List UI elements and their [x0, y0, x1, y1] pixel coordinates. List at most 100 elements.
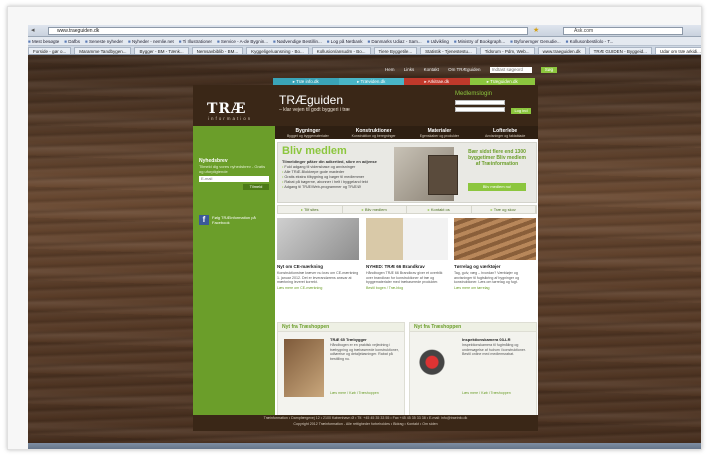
- menu-item-materialer[interactable]: Materialer Egenskaber og produkter: [407, 126, 473, 139]
- top-nav-link[interactable]: Hem: [385, 67, 395, 72]
- news-box: Nyt fra Træshoppen TRÆ 65 Træbygger Hånd…: [277, 322, 405, 416]
- menu-item-bygninger[interactable]: Bygninger Bygget og byggematerialer: [275, 126, 341, 139]
- news-title[interactable]: TRÆ 65 Træbygger: [330, 337, 402, 342]
- card-link[interactable]: Læs mere om tørrelag: [454, 286, 536, 290]
- facebook-link[interactable]: Følg TRÆinformation på Facebook: [212, 215, 270, 225]
- bookmark-item[interactable]: Ministry of Bookgraph...: [454, 39, 505, 44]
- main-content: Bliv medlem Tilmeldinger påker din adker…: [275, 139, 538, 430]
- browser-tab[interactable]: www.traeguiden.dk: [537, 47, 586, 54]
- news-link[interactable]: Læs mere / Køb i Træshoppen: [462, 391, 534, 395]
- site-search-button[interactable]: Søg: [541, 67, 558, 73]
- username-field[interactable]: [455, 100, 505, 105]
- content-card[interactable]: NYHED: TRÆ 66 Brandkrav Håndbogen TRÆ 66…: [366, 218, 448, 290]
- sidebar: Nyhedsbrev Tilmeld dig vores nyhedsbrev …: [193, 139, 275, 430]
- action-trae-og-skov[interactable]: Træ og skov: [472, 206, 536, 213]
- facebook-icon[interactable]: f: [199, 215, 209, 225]
- bookmark-item[interactable]: Byfonernger Genudie...: [510, 39, 561, 44]
- content-card[interactable]: Tørrelag og værktøjer Tag, gulv, væg – h…: [454, 218, 536, 290]
- card-title: Tørrelag og værktøjer: [454, 264, 501, 269]
- news-text: Håndbogen er en praktisk vejledning i tr…: [330, 343, 399, 361]
- browser-tab[interactable]: Maramme Tandbygen...: [74, 47, 132, 54]
- news-heading: Nyt fra Træshoppen: [410, 323, 536, 332]
- password-field[interactable]: [455, 107, 505, 112]
- content-card[interactable]: Nyt om CE-mærkning Konstruktionstræ kræv…: [277, 218, 359, 290]
- banner-book-image: [428, 155, 458, 195]
- browser-tab[interactable]: Statistik - Tjenestestu...: [420, 47, 477, 54]
- card-link[interactable]: Læs mere om CE-mærkning: [277, 286, 359, 290]
- news-box: Nyt fra Træshoppen Inspektionskamera 03-…: [409, 322, 537, 416]
- site-search-input[interactable]: Indtast søgeord: [489, 67, 532, 73]
- card-text: Tag, gulv, væg – hvordan? Værktøjer og a…: [454, 271, 520, 284]
- browser-tab[interactable]: Kollusion/ansudm - Bo...: [311, 47, 371, 54]
- login-title: Medlemslogin: [455, 91, 493, 97]
- network-tab[interactable]: ▸ Træ info.dk: [273, 78, 339, 85]
- menu-item-konstruktioner[interactable]: Konstruktioner Konstruktion og beregninge…: [341, 126, 407, 139]
- back-icon[interactable]: ◂: [31, 26, 35, 34]
- site-header: TRÆ information TRÆguiden – klar vejen t…: [193, 85, 538, 126]
- network-tab[interactable]: ▸ Træguiden.dk: [469, 78, 535, 85]
- news-image: [416, 339, 456, 397]
- url-field[interactable]: www.traeguiden.dk: [48, 27, 528, 35]
- newsletter-email-input[interactable]: E-mail: [199, 176, 269, 182]
- action-tilf-sites[interactable]: Tilf sites: [278, 206, 343, 213]
- banner-bullet: Adgang til TRÆ/Web-programmer og TRÆ/Ø: [282, 185, 368, 190]
- card-image: [366, 218, 448, 260]
- browser-search-input[interactable]: Ask.com: [563, 27, 683, 35]
- bookmark-item[interactable]: Udvikling: [427, 39, 449, 44]
- badge-button[interactable]: Bliv medlem nu!: [468, 183, 526, 191]
- newsletter-text: Tilmeld dig vores nyhedsbrev - Gratis og…: [199, 164, 266, 174]
- browser-tab[interactable]: Tidsrum - Pdm, Web...: [479, 47, 535, 54]
- site-title: TRÆguiden: [279, 93, 344, 107]
- card-title: Nyt om CE-mærkning: [277, 264, 324, 269]
- badge-text: Bær sidst flere end 1300 byggetimer Bliv…: [468, 149, 526, 167]
- network-tab[interactable]: ▸ Arkitrae.dk: [404, 78, 470, 85]
- bookmark-item[interactable]: Nødvendige Bestillin...: [273, 39, 322, 44]
- taskbar: [28, 443, 701, 449]
- card-image: [454, 218, 536, 260]
- browser-tab[interactable]: Bygger - BM - Tænk...: [134, 47, 189, 54]
- star-icon[interactable]: ★: [533, 26, 539, 34]
- bookmark-item[interactable]: Log på Netbank: [327, 39, 363, 44]
- news-title[interactable]: Inspektionskamera 03-LR: [462, 337, 534, 342]
- site-footer: Træinformation • Dampfærgevej 12 • 2100 …: [193, 415, 538, 431]
- browser-tab[interactable]: Nemsavbiblib - BM...: [191, 47, 244, 54]
- card-title: NYHED: TRÆ 66 Brandkrav: [366, 264, 425, 269]
- banner-bullets: Fuld adgang til vidensbase og anvisninge…: [282, 165, 368, 190]
- card-link[interactable]: Bestil bogen / Træ-blog: [366, 286, 448, 290]
- bookmark-item[interactable]: Service - A-de Bygnin...: [217, 39, 268, 44]
- menu-spacer: [193, 126, 275, 139]
- bookmark-item[interactable]: Kollusonbestilolo - T...: [566, 39, 614, 44]
- main-menu: Bygninger Bygget og byggematerialer Konst…: [193, 126, 538, 139]
- browser-tab[interactable]: Kyggelige/uansning - Bo...: [246, 47, 309, 54]
- banner-badge: Bær sidst flere end 1300 byggetimer Bliv…: [464, 147, 530, 197]
- news-text: Inspektionskamera til fugtmåling og unde…: [462, 343, 526, 356]
- browser-tab[interactable]: TRÆ GUIDEN - Byggeid...: [588, 47, 652, 54]
- action-bliv-medlem[interactable]: Bliv medlem: [343, 206, 407, 213]
- site-container: TRÆ information TRÆguiden – klar vejen t…: [193, 85, 538, 430]
- bookmark-item[interactable]: Mest besøgte: [28, 39, 59, 44]
- bookmark-item[interactable]: Danmarks Udiaz - Sam...: [367, 39, 421, 44]
- card-image: [277, 218, 359, 260]
- network-tab[interactable]: ▸ Træviden.dk: [338, 78, 404, 85]
- bookmarks-bar: Mest besøgte Dafbs Seneste nyheder Nyheder …: [28, 37, 701, 46]
- browser-tab[interactable]: Tiere Byggetile...: [373, 47, 418, 54]
- news-link[interactable]: Læs mere / Køb i Træshoppen: [330, 391, 402, 395]
- top-nav-link[interactable]: Kontakt: [424, 67, 439, 72]
- browser-tab[interactable]: Forside - gør o...: [28, 47, 72, 54]
- membership-banner[interactable]: Bliv medlem Tilmeldinger påker din adker…: [277, 142, 537, 203]
- bookmark-item[interactable]: Ti Illustrationer: [179, 39, 212, 44]
- top-nav-link[interactable]: Om TRÆguiden: [448, 67, 480, 72]
- menu-item-lofterlebe[interactable]: Lofterlebe Anvisninger og faktablade: [472, 126, 538, 139]
- logo[interactable]: TRÆ: [207, 101, 247, 117]
- login-button[interactable]: Log ind: [511, 108, 531, 114]
- browser-tab[interactable]: Udar om træ arkidi...: [654, 47, 701, 54]
- top-nav-link[interactable]: Links: [404, 67, 415, 72]
- newsletter-submit-button[interactable]: Tilmeld: [243, 184, 269, 190]
- top-nav: Hem Links Kontakt Om TRÆguiden Indtast s…: [385, 67, 565, 75]
- screenshot-frame: ◂ www.traeguiden.dk ★ Ask.com Mest besøg…: [7, 6, 702, 450]
- action-kontakt[interactable]: Kontakt os: [407, 206, 472, 213]
- bookmark-item[interactable]: Seneste nyheder: [85, 39, 123, 44]
- banner-title: Bliv medlem: [282, 145, 347, 157]
- bookmark-item[interactable]: Dafbs: [64, 39, 80, 44]
- bookmark-item[interactable]: Nyheder - nemlie.net: [128, 39, 174, 44]
